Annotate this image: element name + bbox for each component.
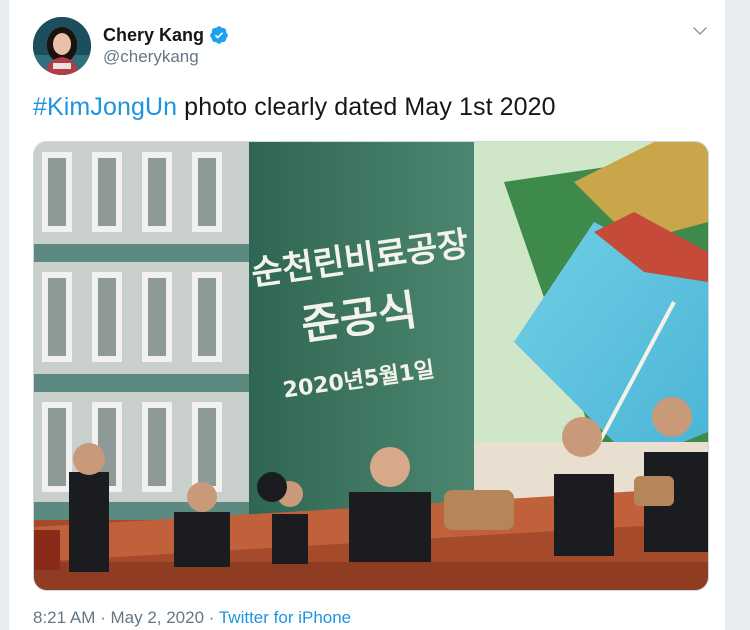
tweet-date[interactable]: May 2, 2020: [110, 608, 204, 627]
tweet-body: photo clearly dated May 1st 2020: [177, 93, 556, 121]
ceremony-photo: 순천린비료공장 준공식 2020년5월1일: [34, 142, 708, 590]
author-handle[interactable]: @cherykang: [103, 47, 199, 67]
verified-badge-icon: [210, 26, 228, 44]
meta-separator: ·: [204, 608, 219, 627]
tweet-card: Chery Kang @cherykang #KimJongUn photo c…: [8, 0, 726, 630]
meta-separator: ·: [95, 608, 111, 627]
tweet-source-link[interactable]: Twitter for iPhone: [219, 608, 351, 627]
hashtag-link[interactable]: #KimJongUn: [33, 93, 177, 121]
avatar[interactable]: [33, 17, 91, 75]
author-display-name[interactable]: Chery Kang: [103, 25, 204, 46]
tweet-text: #KimJongUn photo clearly dated May 1st 2…: [33, 93, 556, 122]
author-name-row: Chery Kang: [103, 24, 229, 46]
tweet-meta: 8:21 AM · May 2, 2020 · Twitter for iPho…: [33, 608, 351, 628]
tweet-time[interactable]: 8:21 AM: [33, 608, 95, 627]
chevron-down-icon[interactable]: [691, 22, 709, 40]
profile-photo: [33, 17, 91, 75]
tweet-photo[interactable]: 순천린비료공장 준공식 2020년5월1일: [33, 141, 709, 591]
